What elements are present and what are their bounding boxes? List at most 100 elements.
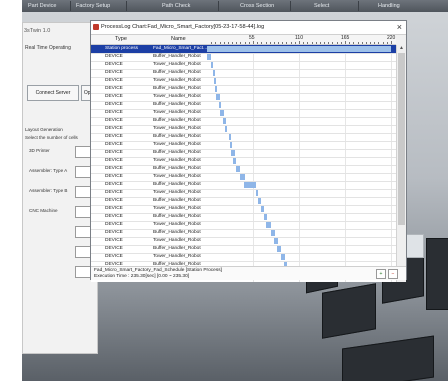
row-type: DEVICE (105, 142, 123, 147)
time-minor-tick (378, 42, 380, 44)
time-minor-tick (290, 42, 292, 44)
gantt-bar[interactable] (216, 94, 220, 100)
gantt-bar[interactable] (260, 206, 264, 212)
tab-select[interactable]: Select (314, 2, 329, 10)
time-minor-tick (303, 42, 305, 44)
control-panel: 3sTwin 1.0 Real Time Operating Connect S… (22, 22, 99, 354)
gantt-bar[interactable] (215, 86, 218, 92)
row-name: Tower_Handler_Robot (153, 206, 201, 211)
row-name: Tower_Handler_Robot (153, 190, 201, 195)
gantt-bar[interactable] (277, 246, 282, 252)
gantt-bar[interactable] (281, 254, 285, 260)
close-icon[interactable]: × (397, 22, 402, 32)
gantt-bar[interactable] (222, 118, 227, 124)
gantt-bar[interactable] (266, 222, 271, 228)
gantt-bar[interactable] (232, 158, 237, 164)
row-type: DEVICE (105, 246, 123, 251)
connect-server-button[interactable]: Connect Server (27, 85, 79, 101)
gantt-bar[interactable] (240, 174, 245, 180)
vertical-scrollbar[interactable]: ▲ ▼ (396, 45, 406, 282)
row-type: DEVICE (105, 182, 123, 187)
row-type: DEVICE (105, 174, 123, 179)
factory-machine (322, 283, 376, 339)
row-name: Tower_Handler_Robot (153, 62, 201, 67)
time-minor-tick (340, 42, 342, 44)
time-minor-tick (273, 42, 275, 44)
gantt-bar[interactable] (218, 102, 221, 108)
tab-part-device[interactable]: Part Device (28, 2, 56, 10)
cell-label-cnc-machine: CNC Machine (29, 208, 58, 213)
time-tick-mark (299, 41, 300, 44)
time-minor-tick (286, 42, 288, 44)
time-minor-tick (261, 42, 263, 44)
gantt-bar[interactable] (270, 230, 275, 236)
app-icon (93, 24, 99, 30)
factory-conveyor (342, 335, 434, 381)
gantt-bar[interactable] (229, 142, 233, 148)
row-type: Station process (105, 46, 139, 51)
tab-factory-setup[interactable]: Factory Setup (76, 2, 110, 10)
time-minor-tick (227, 42, 229, 44)
gantt-bar[interactable] (243, 182, 257, 188)
row-type: DEVICE (105, 214, 123, 219)
gantt-bar[interactable] (207, 46, 391, 52)
time-minor-tick (244, 42, 246, 44)
column-header-type: Type (115, 36, 127, 42)
gantt-bar[interactable] (256, 190, 259, 196)
gantt-bar[interactable] (225, 126, 228, 132)
time-minor-tick (374, 42, 376, 44)
gantt-bar[interactable] (212, 70, 215, 76)
gantt-bar[interactable] (211, 62, 214, 68)
row-type: DEVICE (105, 70, 123, 75)
tab-divider (218, 1, 219, 11)
gantt-bar[interactable] (273, 238, 279, 244)
time-minor-tick (211, 42, 213, 44)
execution-time: Execution Time : 235.30[sec] [0.00 ~ 235… (94, 274, 190, 279)
window-titlebar[interactable]: ProcessLog Chart:Fad_Micro_Smart_Factory… (91, 21, 406, 35)
row-type: DEVICE (105, 126, 123, 131)
row-type: DEVICE (105, 134, 123, 139)
row-name: Buffer_Handler_Robot (153, 198, 201, 203)
gantt-bar[interactable] (236, 166, 241, 172)
tab-divider (358, 1, 359, 11)
gantt-bar[interactable] (231, 150, 235, 156)
gantt-header: Type Name 55 110 165 220 (91, 35, 396, 45)
row-type: DEVICE (105, 62, 123, 67)
gantt-bar[interactable] (220, 110, 224, 116)
tab-handling[interactable]: Handling (378, 2, 400, 10)
row-name: Tower_Handler_Robot (153, 110, 201, 115)
tab-divider (70, 1, 71, 11)
tab-path-check[interactable]: Path Check (162, 2, 190, 10)
factory-machine (426, 238, 448, 310)
scroll-up-icon[interactable]: ▲ (398, 45, 405, 52)
row-type: DEVICE (105, 158, 123, 163)
schedule-name: Fad_Micro_Smart_Factory_Fad_Schedule [St… (94, 268, 222, 273)
gantt-rows[interactable]: Station process Fad_Micro_Smart_Fact... DE… (91, 45, 396, 282)
gantt-bar[interactable] (207, 54, 212, 60)
factory-screen (406, 234, 424, 258)
select-cells-label: Select the number of cells (25, 135, 78, 140)
row-name: Fad_Micro_Smart_Fact... (153, 46, 208, 51)
process-log-window: ProcessLog Chart:Fad_Micro_Smart_Factory… (90, 20, 407, 282)
gantt-bar[interactable] (258, 198, 262, 204)
tab-divider (290, 1, 291, 11)
scroll-thumb[interactable] (398, 53, 405, 225)
zoom-out-icon[interactable]: − (388, 269, 398, 279)
zoom-in-icon[interactable]: + (376, 269, 386, 279)
time-minor-tick (386, 42, 388, 44)
row-name: Buffer_Handler_Robot (153, 150, 201, 155)
time-minor-tick (311, 42, 313, 44)
time-minor-tick (349, 42, 351, 44)
gantt-bar[interactable] (228, 134, 231, 140)
time-minor-tick (361, 42, 363, 44)
status-bar: Fad_Micro_Smart_Factory_Fad_Schedule [St… (91, 266, 406, 280)
row-name: Buffer_Handler_Robot (153, 166, 201, 171)
tab-cross-section[interactable]: Cross Section (240, 2, 274, 10)
row-type: DEVICE (105, 118, 123, 123)
row-name: Tower_Handler_Robot (153, 222, 201, 227)
row-name: Tower_Handler_Robot (153, 174, 201, 179)
gantt-bar[interactable] (213, 78, 216, 84)
gantt-bar[interactable] (263, 214, 268, 220)
row-type: DEVICE (105, 198, 123, 203)
time-minor-tick (324, 42, 326, 44)
